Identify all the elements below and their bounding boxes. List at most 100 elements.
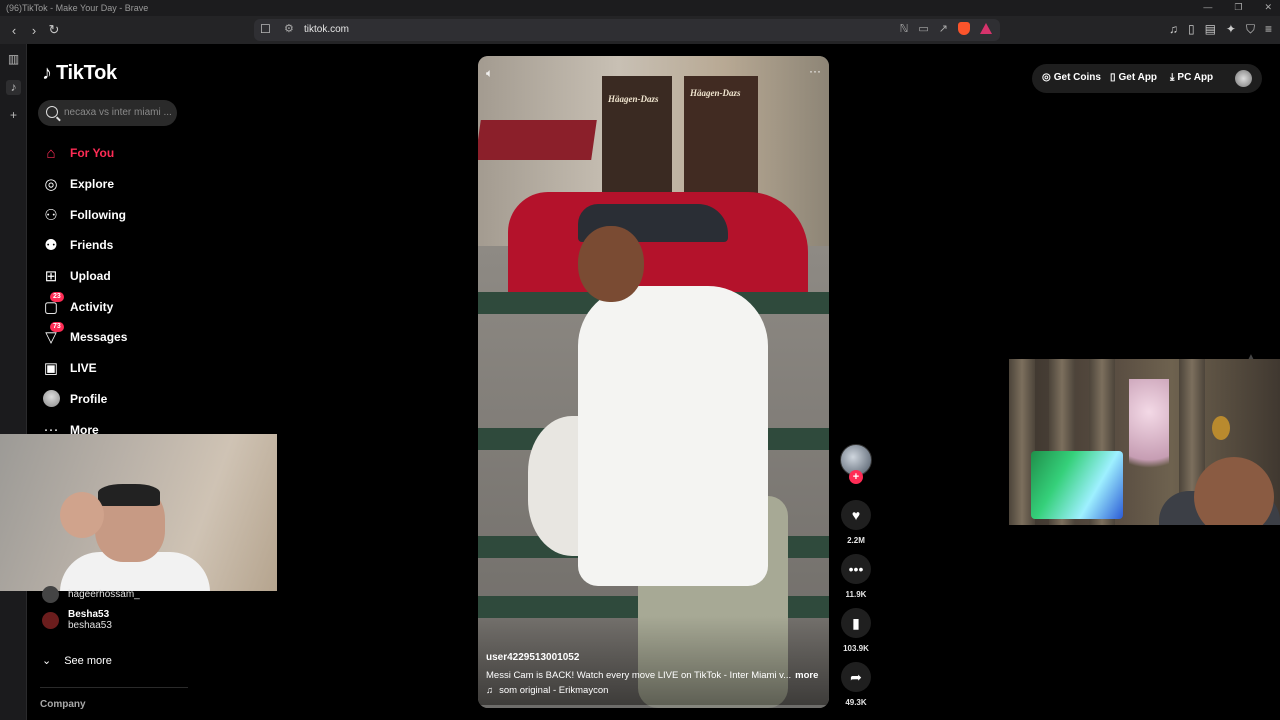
profile-avatar: [42, 390, 60, 408]
avatar: [42, 586, 59, 603]
back-icon[interactable]: ‹: [6, 22, 22, 38]
get-coins-button[interactable]: ◎ Get Coins: [1042, 72, 1101, 83]
see-more-button[interactable]: ⌄ See more: [42, 654, 112, 668]
browser-toolbar: ‹ › ↻ ☐ ⚙ tiktok.com ℕ ▭ ↗ ♫ ▯ ▤ ✦ ⛉ ≡: [0, 16, 1280, 44]
nav-item-friends[interactable]: ⚉ Friends: [42, 230, 127, 261]
messages-icon: ▽ 73: [42, 322, 64, 346]
forward-icon[interactable]: ›: [26, 22, 42, 38]
top-actions-bar: ◎ Get Coins ▯ Get App ⤓ PC App: [1032, 64, 1262, 93]
wallet-icon[interactable]: ▤: [1205, 22, 1216, 37]
search-input[interactable]: necaxa vs inter miami ...: [38, 100, 177, 126]
share-icon[interactable]: ↗: [939, 22, 948, 35]
restore-icon[interactable]: ❐: [1234, 2, 1242, 13]
nav-label: Friends: [70, 238, 114, 253]
video-player[interactable]: Häagen-Dazs Häagen-Dazs 🔈︎ ··· user42295…: [478, 56, 829, 708]
get-app-button[interactable]: ▯ Get App: [1110, 72, 1157, 83]
nav-item-live[interactable]: ▣ LIVE: [42, 353, 127, 384]
reader-mode-icon[interactable]: ℕ: [900, 22, 909, 35]
save-button[interactable]: ▮ 103.9K: [838, 608, 874, 653]
sound-name: som original - Erikmaycon: [499, 685, 609, 696]
nav-item-following[interactable]: ⚇ Following: [42, 199, 127, 230]
activity-badge: 23: [50, 291, 64, 302]
comment-button[interactable]: ••• 11.9K: [838, 554, 874, 599]
description-text: Messi Cam is BACK! Watch every move LIVE…: [486, 670, 792, 681]
see-more-label: See more: [64, 654, 112, 667]
following-account-item[interactable]: Besha53 beshaa53: [42, 609, 140, 631]
save-count: 103.9K: [843, 644, 869, 653]
more-link[interactable]: more: [795, 670, 818, 681]
heart-icon: ♥: [841, 500, 871, 530]
comment-count: 11.9K: [845, 590, 867, 599]
search-icon: [46, 106, 58, 118]
leo-ai-icon[interactable]: ✦: [1226, 22, 1236, 37]
nav-label: LIVE: [70, 361, 97, 376]
sidebar-divider: [40, 687, 188, 688]
share-button[interactable]: ➦ 49.3K: [838, 662, 874, 707]
nav-item-activity[interactable]: ▢ 23 Activity: [42, 291, 127, 322]
address-bar[interactable]: ☐ ⚙ tiktok.com ℕ ▭ ↗: [254, 19, 1000, 41]
vpn-icon[interactable]: ⛉: [1246, 22, 1255, 37]
share-count: 49.3K: [845, 698, 867, 707]
reload-icon[interactable]: ↻: [46, 22, 62, 38]
music-note-icon: ♫: [486, 685, 494, 696]
tab-panel-icon[interactable]: ▥: [6, 52, 21, 67]
search-placeholder: necaxa vs inter miami ...: [64, 107, 172, 118]
nav-item-explore[interactable]: ◎ Explore: [42, 169, 127, 200]
webcam-overlay-right: [1009, 359, 1280, 525]
messages-badge: 73: [50, 322, 64, 333]
volume-icon[interactable]: 🔈︎: [486, 66, 493, 81]
tiktok-logo[interactable]: ♪ TikTok: [42, 62, 117, 85]
like-count: 2.2M: [847, 536, 865, 545]
address-bar-actions: ℕ ▭ ↗: [900, 22, 992, 35]
tiktok-note-icon: ♪: [42, 62, 52, 84]
nav-item-upload[interactable]: ⊞ Upload: [42, 261, 127, 292]
browser-extensions: ♫ ▯ ▤ ✦ ⛉ ≡: [1169, 22, 1272, 37]
site-info-icon[interactable]: ⚙: [284, 22, 294, 35]
sidebar-toggle-icon[interactable]: ▯: [1188, 22, 1195, 37]
tab-tiktok-icon[interactable]: ♪: [6, 80, 21, 95]
video-author[interactable]: user4229513001052: [486, 652, 579, 663]
close-icon[interactable]: ✕: [1264, 2, 1272, 13]
video-sound[interactable]: ♫ som original - Erikmaycon: [486, 685, 608, 696]
video-description: Messi Cam is BACK! Watch every move LIVE…: [486, 670, 818, 681]
media-icon[interactable]: ♫: [1169, 22, 1178, 37]
footer-company-heading[interactable]: Company: [40, 699, 86, 710]
url-text[interactable]: tiktok.com: [304, 24, 349, 35]
nav-item-messages[interactable]: ▽ 73 Messages: [42, 322, 127, 353]
video-options-icon[interactable]: ···: [809, 64, 821, 78]
live-icon: ▣: [43, 360, 59, 378]
nav-item-profile[interactable]: Profile: [42, 384, 127, 415]
coin-icon: ◎: [1042, 72, 1051, 83]
new-tab-icon[interactable]: +: [6, 108, 21, 123]
nav-label: Following: [70, 207, 126, 222]
brave-rewards-icon[interactable]: [980, 23, 992, 34]
vertical-tab-strip: ▥ ♪ +: [0, 44, 27, 720]
nav-label: Profile: [70, 391, 108, 406]
window-title: (96)TikTok - Make Your Day - Brave: [6, 3, 149, 13]
sidebar-nav: ⌂ For You ◎ Explore ⚇ Following ⚉ Friend…: [42, 138, 127, 445]
upload-icon: ⊞: [44, 268, 58, 286]
bookmark-icon: ▮: [841, 608, 871, 638]
follow-plus-icon[interactable]: +: [849, 470, 863, 484]
bookmark-icon[interactable]: ☐: [260, 22, 271, 36]
avatar: [42, 611, 59, 629]
pc-app-button[interactable]: ⤓ PC App: [1170, 72, 1213, 83]
logo-text: TikTok: [56, 62, 117, 84]
nav-item-for-you[interactable]: ⌂ For You: [42, 138, 127, 169]
phone-icon: ▯: [1110, 72, 1116, 83]
brave-shields-icon[interactable]: [958, 22, 970, 35]
browser-titlebar: (96)TikTok - Make Your Day - Brave — ❐ ✕: [0, 0, 1280, 16]
menu-icon[interactable]: ≡: [1265, 22, 1272, 37]
following-icon: ⚇: [44, 206, 58, 224]
download-icon: ⤓: [1170, 72, 1175, 83]
minimize-icon[interactable]: —: [1203, 2, 1212, 13]
user-avatar[interactable]: [1235, 70, 1252, 87]
nav-label: Upload: [70, 269, 111, 284]
following-account-item[interactable]: hageerhossam_: [42, 586, 140, 603]
get-coins-label: Get Coins: [1053, 72, 1101, 83]
like-button[interactable]: ♥ 2.2M: [838, 500, 874, 545]
get-app-label: Get App: [1118, 72, 1158, 83]
video-progress-bar[interactable]: [478, 705, 829, 708]
cast-icon[interactable]: ▭: [918, 22, 928, 35]
account-handle: hageerhossam_: [68, 589, 140, 600]
